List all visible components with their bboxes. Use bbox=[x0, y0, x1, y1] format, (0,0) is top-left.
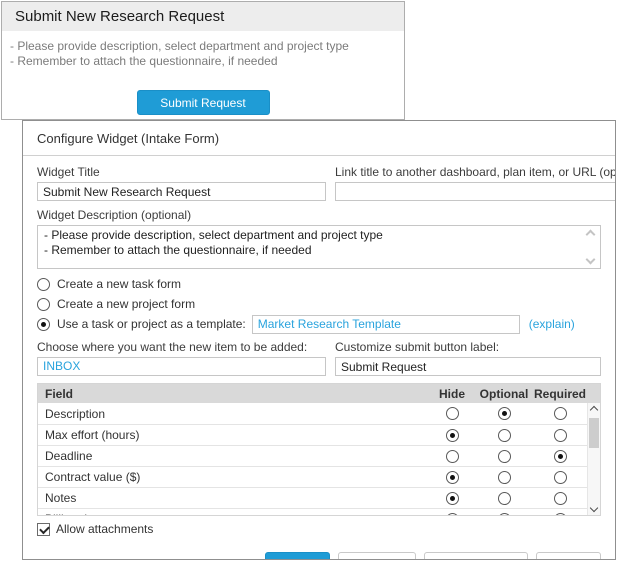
deadline-optional-radio[interactable] bbox=[498, 450, 511, 463]
deadline-required-radio[interactable] bbox=[554, 450, 567, 463]
widget-title-group: Widget Title bbox=[37, 165, 326, 201]
link-title-input[interactable] bbox=[335, 182, 616, 201]
table-scrollbar-thumb[interactable] bbox=[589, 418, 599, 448]
dialog-footer-buttons: Save Duplicate Delete Widget Cancel bbox=[37, 552, 601, 560]
table-row-billing-date: Billing date bbox=[38, 508, 587, 515]
description-optional-radio[interactable] bbox=[498, 407, 511, 420]
column-header-optional: Optional bbox=[475, 387, 533, 401]
billing-date-optional-radio[interactable] bbox=[498, 513, 511, 516]
new-task-form-radio[interactable] bbox=[37, 278, 50, 291]
destination-label: Choose where you want the new item to be… bbox=[37, 340, 326, 354]
notes-optional-radio[interactable] bbox=[498, 492, 511, 505]
dialog-title: Configure Widget (Intake Form) bbox=[23, 121, 615, 155]
radio-row-use-template: Use a task or project as a template: (ex… bbox=[37, 314, 601, 334]
radio-row-new-project-form: Create a new project form bbox=[37, 294, 601, 314]
destination-and-submit-label-row: Choose where you want the new item to be… bbox=[37, 340, 601, 376]
link-title-label: Link title to another dashboard, plan it… bbox=[335, 165, 616, 179]
new-project-form-radio-label: Create a new project form bbox=[57, 297, 195, 311]
cancel-button[interactable]: Cancel bbox=[536, 552, 601, 560]
textarea-scroll-down-icon[interactable] bbox=[586, 255, 596, 265]
billing-date-hide-radio[interactable] bbox=[446, 513, 459, 516]
table-scroll-up-icon[interactable] bbox=[590, 406, 598, 414]
billing-date-required-radio[interactable] bbox=[554, 513, 567, 516]
allow-attachments-checkbox[interactable] bbox=[37, 523, 50, 536]
widget-preview-header: Submit New Research Request bbox=[2, 2, 404, 31]
description-hide-radio[interactable] bbox=[446, 407, 459, 420]
widget-preview-title: Submit New Research Request bbox=[2, 2, 404, 31]
field-name: Deadline bbox=[38, 449, 429, 463]
field-settings-rows: Description Max effort (hours) Deadline bbox=[38, 403, 587, 515]
table-row-max-effort: Max effort (hours) bbox=[38, 424, 587, 445]
field-name: Max effort (hours) bbox=[38, 428, 429, 442]
radio-row-new-task-form: Create a new task form bbox=[37, 274, 601, 294]
max-effort-required-radio[interactable] bbox=[554, 429, 567, 442]
contract-value-hide-radio[interactable] bbox=[446, 471, 459, 484]
title-and-link-row: Widget Title Link title to another dashb… bbox=[37, 165, 601, 201]
contract-value-required-radio[interactable] bbox=[554, 471, 567, 484]
textarea-scroll-up-icon[interactable] bbox=[586, 230, 596, 240]
widget-description-label: Widget Description (optional) bbox=[37, 208, 601, 222]
screen: { "colors": { "accent_blue": "#1f9cd6", … bbox=[0, 0, 618, 564]
submit-button-label-input[interactable] bbox=[335, 357, 601, 376]
widget-description-textarea[interactable]: - Please provide description, select dep… bbox=[37, 225, 601, 269]
preview-submit-request-button[interactable]: Submit Request bbox=[137, 90, 270, 115]
explain-link[interactable]: (explain) bbox=[529, 317, 575, 331]
submit-button-label-label: Customize submit button label: bbox=[335, 340, 601, 354]
table-row-notes: Notes bbox=[38, 487, 587, 508]
table-scroll-down-icon[interactable] bbox=[590, 504, 598, 512]
destination-group: Choose where you want the new item to be… bbox=[37, 340, 326, 376]
duplicate-button[interactable]: Duplicate bbox=[338, 552, 416, 560]
column-header-hide: Hide bbox=[429, 387, 475, 401]
widget-description-line-1: - Please provide description, select dep… bbox=[44, 228, 578, 243]
widget-preview-body: - Please provide description, select dep… bbox=[2, 31, 404, 115]
intake-widget-preview-card: Submit New Research Request - Please pro… bbox=[1, 1, 405, 120]
configure-widget-dialog: Configure Widget (Intake Form) Widget Ti… bbox=[22, 120, 616, 560]
widget-preview-description-line-2: - Remember to attach the questionnaire, … bbox=[10, 54, 396, 69]
allow-attachments-row: Allow attachments bbox=[37, 521, 601, 537]
field-settings-table-body: Description Max effort (hours) Deadline bbox=[38, 403, 600, 515]
dialog-body: Widget Title Link title to another dashb… bbox=[23, 156, 615, 560]
use-template-radio[interactable] bbox=[37, 318, 50, 331]
new-project-form-radio[interactable] bbox=[37, 298, 50, 311]
submit-label-group: Customize submit button label: bbox=[335, 340, 601, 376]
field-name: Notes bbox=[38, 491, 429, 505]
allow-attachments-label: Allow attachments bbox=[56, 522, 153, 536]
field-name: Contract value ($) bbox=[38, 470, 429, 484]
description-required-radio[interactable] bbox=[554, 407, 567, 420]
template-picker-input[interactable] bbox=[252, 315, 520, 334]
column-header-field: Field bbox=[38, 387, 429, 401]
table-scrollbar[interactable] bbox=[587, 403, 600, 515]
widget-title-input[interactable] bbox=[37, 182, 326, 201]
save-button[interactable]: Save bbox=[265, 552, 330, 560]
deadline-hide-radio[interactable] bbox=[446, 450, 459, 463]
max-effort-hide-radio[interactable] bbox=[446, 429, 459, 442]
table-row-contract-value: Contract value ($) bbox=[38, 466, 587, 487]
contract-value-optional-radio[interactable] bbox=[498, 471, 511, 484]
link-title-group: Link title to another dashboard, plan it… bbox=[335, 165, 616, 201]
field-settings-table-header: Field Hide Optional Required bbox=[38, 384, 600, 403]
notes-hide-radio[interactable] bbox=[446, 492, 459, 505]
field-name: Description bbox=[38, 407, 429, 421]
field-name: Billing date bbox=[38, 512, 429, 515]
table-row-deadline: Deadline bbox=[38, 445, 587, 466]
notes-required-radio[interactable] bbox=[554, 492, 567, 505]
table-row-description: Description bbox=[38, 403, 587, 424]
column-header-required: Required bbox=[533, 387, 587, 401]
max-effort-optional-radio[interactable] bbox=[498, 429, 511, 442]
delete-widget-button[interactable]: Delete Widget bbox=[424, 552, 527, 560]
new-task-form-radio-label: Create a new task form bbox=[57, 277, 181, 291]
widget-preview-description-line-1: - Please provide description, select dep… bbox=[10, 39, 396, 54]
destination-picker[interactable]: INBOX bbox=[37, 357, 326, 376]
field-settings-table: Field Hide Optional Required Description… bbox=[37, 383, 601, 516]
widget-description-line-2: - Remember to attach the questionnaire, … bbox=[44, 243, 578, 258]
widget-title-label: Widget Title bbox=[37, 165, 326, 179]
use-template-radio-label: Use a task or project as a template: bbox=[57, 317, 246, 331]
